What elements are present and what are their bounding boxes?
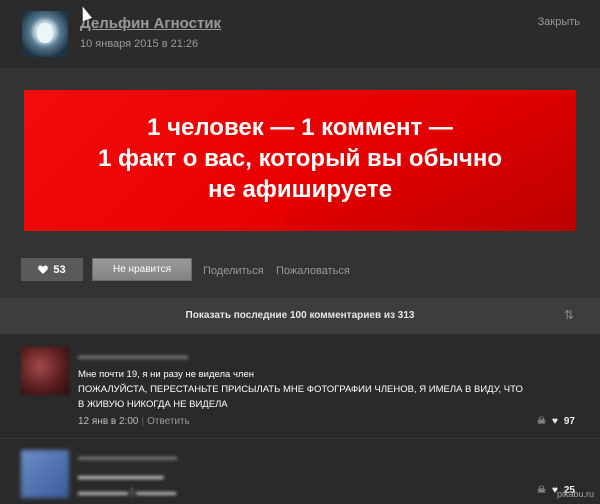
post-banner: 1 человек — 1 коммент — 1 факт о вас, ко… — [24, 90, 576, 231]
dislike-button[interactable]: Не нравится — [92, 258, 192, 281]
commenter-name-blurred[interactable]: ▬▬▬▬▬▬▬▬▬ — [78, 451, 177, 463]
post-content: 1 человек — 1 коммент — 1 факт о вас, ко… — [0, 68, 600, 298]
post-actions: 53 Не нравится Поделиться Пожаловаться — [0, 256, 600, 286]
comment-text-blurred: ▬▬▬▬▬▬▬▬▬ — [78, 471, 164, 482]
reply-link[interactable]: Ответить — [147, 416, 190, 427]
like-button[interactable]: 53 — [21, 258, 83, 281]
watermark: pikabu.ru — [556, 489, 594, 499]
commenter-avatar[interactable] — [21, 347, 69, 395]
comment-item: ▬▬▬▬▬▬▬▬▬▬ Мне почти 19, я ни разу не ви… — [0, 334, 600, 438]
skull-icon[interactable]: ☠ — [537, 485, 546, 496]
banner-line: 1 человек — 1 коммент — — [147, 114, 453, 141]
comments-toggle-bar[interactable]: Показать последние 100 комментариев из 3… — [0, 298, 600, 334]
author-avatar[interactable] — [22, 11, 68, 57]
commenter-name-blurred[interactable]: ▬▬▬▬▬▬▬▬▬▬ — [78, 350, 188, 362]
heart-icon — [38, 265, 49, 274]
banner-line: 1 факт о вас, который вы обычно — [97, 145, 502, 172]
comment-text-line: ПОЖАЛУЙСТА, ПЕРЕСТАНЬТЕ ПРИСЫЛАТЬ МНЕ ФО… — [78, 384, 523, 395]
like-count: 53 — [53, 263, 66, 276]
share-link[interactable]: Поделиться — [203, 265, 264, 277]
commenter-avatar[interactable] — [21, 450, 69, 498]
comment-text-line: В ЖИВУЮ НИКОГДА НЕ ВИДЕЛА — [78, 399, 228, 410]
comment-meta-blurred: ▬▬▬▬▬ | ▬▬▬▬ — [78, 487, 177, 498]
comment-text: Мне почти 19, я ни разу не видела член П… — [78, 367, 538, 412]
comment-item: ▬▬▬▬▬▬▬▬▬ ▬▬▬▬▬▬▬▬▬ ▬▬▬▬▬ | ▬▬▬▬ ☠ ♥ 25 — [0, 438, 600, 504]
banner-text: 1 человек — 1 коммент — 1 факт о вас, ко… — [24, 112, 576, 205]
close-link[interactable]: Закрыть — [538, 16, 580, 28]
post-date: 10 января 2015 в 21:26 — [80, 38, 199, 50]
heart-icon[interactable]: ♥ — [552, 416, 558, 427]
skull-icon[interactable]: ☠ — [537, 416, 546, 427]
post-header: Дельфин Агностик 10 января 2015 в 21:26 … — [0, 0, 600, 68]
comment-rating: ☠ ♥ 97 — [537, 416, 575, 427]
report-link[interactable]: Пожаловаться — [276, 265, 350, 277]
comment-rating-value: 97 — [563, 416, 575, 427]
comment-time: 12 янв в 2:00 — [78, 416, 139, 427]
comment-text-line: Мне почти 19, я ни разу не видела член — [78, 369, 254, 380]
sort-icon[interactable]: ⇅ — [564, 308, 574, 322]
show-comments-label[interactable]: Показать последние 100 комментариев из 3… — [0, 310, 600, 321]
banner-line: не афишируете — [208, 176, 392, 203]
author-name[interactable]: Дельфин Агностик — [80, 15, 221, 32]
comment-meta: 12 янв в 2:00 | Ответить — [78, 416, 190, 427]
